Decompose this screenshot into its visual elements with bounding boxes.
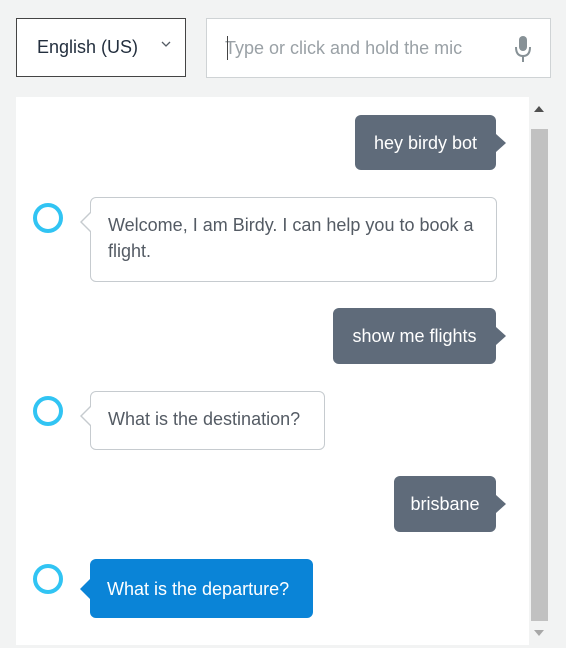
bot-message-text: What is the departure? — [107, 578, 290, 599]
language-select-value: English (US) — [37, 37, 139, 57]
alexa-ring-icon — [33, 564, 63, 594]
scroll-thumb[interactable] — [531, 129, 548, 621]
message-input[interactable] — [225, 37, 505, 59]
bot-message-text: Welcome, I am Birdy. I can help you to b… — [108, 215, 474, 261]
language-select[interactable]: English (US) — [16, 18, 186, 77]
microphone-icon[interactable] — [514, 35, 532, 63]
bot-message-active: What is the departure? — [80, 559, 313, 618]
bot-message: Welcome, I am Birdy. I can help you to b… — [80, 197, 497, 282]
chevron-down-icon — [161, 41, 171, 47]
alexa-ring-icon — [33, 396, 63, 426]
user-message-text: show me flights — [352, 326, 477, 346]
chat-scrollbar[interactable] — [529, 97, 550, 645]
scroll-down-arrow[interactable] — [534, 630, 544, 636]
bot-message-text: What is the destination? — [108, 409, 301, 429]
user-message-text: brisbane — [410, 494, 480, 514]
scroll-up-arrow[interactable] — [534, 106, 544, 112]
user-message: brisbane — [394, 476, 506, 532]
alexa-ring-icon — [33, 203, 63, 233]
user-message: show me flights — [333, 308, 506, 364]
message-input-box — [206, 18, 551, 78]
bot-message: What is the destination? — [80, 391, 325, 450]
user-message-text: hey birdy bot — [373, 132, 478, 153]
chat-panel: hey birdy bot Welcome, I am Birdy. I can… — [16, 97, 529, 645]
user-message: hey birdy bot — [355, 115, 506, 170]
text-caret — [227, 36, 228, 60]
